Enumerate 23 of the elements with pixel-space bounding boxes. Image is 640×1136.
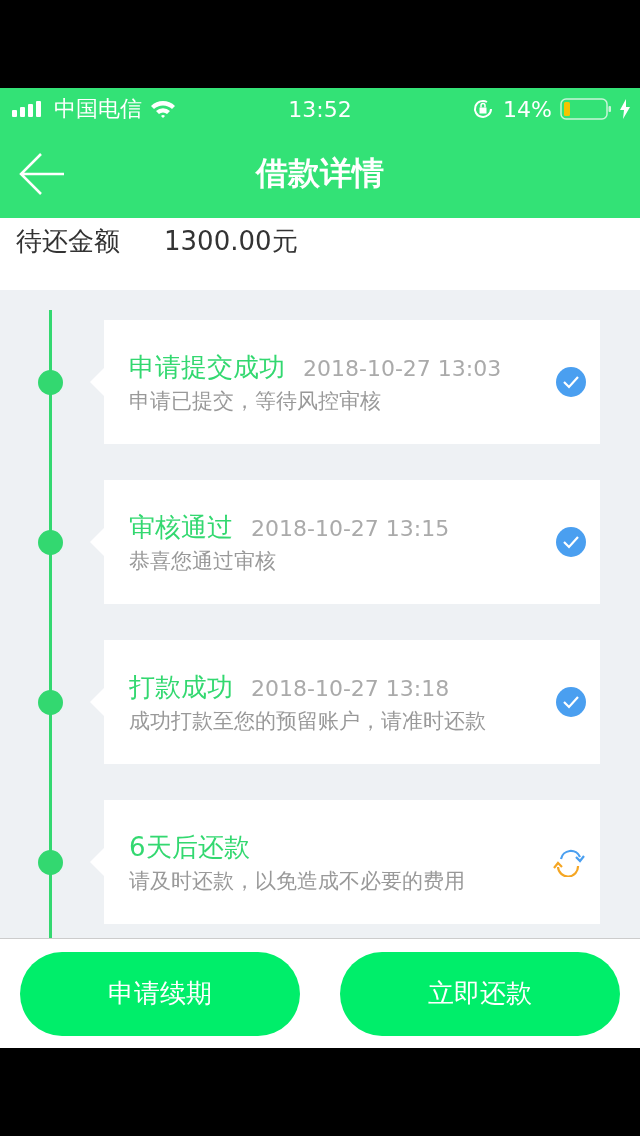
step-title: 打款成功 bbox=[129, 670, 233, 704]
status-time: 13:52 bbox=[287, 96, 353, 122]
back-button[interactable] bbox=[19, 153, 65, 195]
action-button[interactable]: 申请续期 bbox=[20, 951, 300, 1036]
step-title: 6天后还款 bbox=[129, 830, 250, 864]
action-button[interactable]: 立即还款 bbox=[340, 951, 620, 1036]
battery-icon bbox=[560, 98, 612, 120]
step-description: 申请已提交，等待风控审核 bbox=[129, 387, 382, 415]
charging-icon bbox=[620, 99, 630, 119]
step-title: 申请提交成功 bbox=[129, 350, 285, 384]
wifi-icon bbox=[150, 100, 176, 118]
page-title: 借款详情 bbox=[254, 153, 385, 194]
step-description: 恭喜您通过审核 bbox=[129, 547, 277, 575]
step-description: 成功打款至您的预留账户，请准时还款 bbox=[129, 707, 487, 735]
step-title: 审核通过 bbox=[129, 510, 233, 544]
carrier-name: 中国电信 bbox=[54, 95, 142, 123]
amount-label: 待还金额 bbox=[16, 225, 120, 258]
step-time: 2018-10-27 13:15 bbox=[251, 515, 450, 541]
amount-value: 1300.00元 bbox=[164, 225, 298, 258]
step-time: 2018-10-27 13:03 bbox=[303, 355, 502, 381]
step-description: 请及时还款，以免造成不必要的费用 bbox=[129, 867, 466, 895]
step-time: 2018-10-27 13:18 bbox=[251, 675, 450, 701]
battery-percent: 14% bbox=[503, 96, 552, 122]
